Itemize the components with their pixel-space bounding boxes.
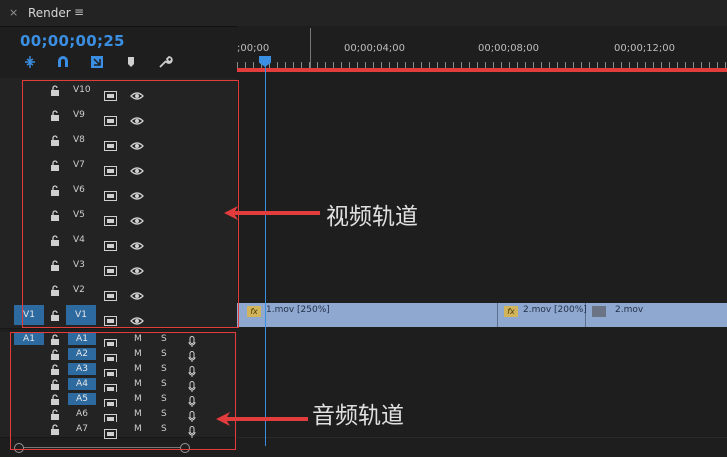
clip-label: 2.mov [200%] (523, 305, 587, 315)
ruler-label: 00;00;12;00 (614, 43, 676, 54)
video-tracks-callout: 视频轨道 (326, 204, 418, 230)
video-track-lane (237, 228, 727, 254)
clip-label: 2.mov (615, 305, 644, 315)
video-track-lane (237, 178, 727, 204)
video-track-lane (237, 78, 727, 104)
panel-menu-icon[interactable]: ≡ (74, 5, 84, 19)
audio-tracks-callout: 音频轨道 (312, 403, 404, 429)
marker-icon[interactable] (123, 54, 139, 70)
video-track-lane (237, 253, 727, 279)
fx-badge-icon: fx (504, 306, 518, 317)
video-track-lane (237, 128, 727, 154)
linked-selection-icon[interactable] (89, 54, 105, 70)
wrench-icon[interactable] (157, 54, 173, 70)
audio-arrow (216, 412, 308, 426)
playhead-line (265, 66, 266, 446)
ruler-label: ;00;00 (237, 43, 270, 54)
ruler-label: 00;00;04;00 (344, 43, 406, 54)
audio-track-lane (237, 377, 727, 393)
audio-track-lane (237, 332, 727, 348)
audio-track-lane (237, 347, 727, 363)
work-area-bar[interactable] (237, 68, 727, 72)
audio-track-lane (237, 407, 727, 423)
playhead-timecode[interactable]: 00;00;00;25 (20, 32, 125, 50)
audio-track-lane (237, 422, 727, 438)
clip-thumbnail-icon (592, 306, 606, 317)
video-track-lane (237, 103, 727, 129)
video-track-lane (237, 153, 727, 179)
audio-track-lane (237, 392, 727, 408)
video-track-lane (237, 278, 727, 304)
audio-track-lane (237, 362, 727, 378)
magnet-snap-icon[interactable] (55, 54, 71, 70)
video-tracks-highlight (22, 80, 239, 328)
fx-badge-icon: fx (247, 306, 261, 317)
panel-title: Render (28, 6, 71, 20)
panel-header (0, 0, 727, 27)
clip-label: 1.mov [250%] (266, 305, 330, 315)
timeline-clip[interactable]: fx 2.mov [200%] (498, 303, 587, 327)
timeline-clip[interactable]: 2.mov (586, 303, 727, 327)
close-panel-icon[interactable]: × (9, 6, 18, 19)
ruler-label: 00;00;08;00 (478, 43, 540, 54)
video-arrow (224, 206, 320, 220)
insert-icon[interactable] (22, 54, 38, 70)
timeline-clip[interactable]: fx 1.mov [250%] (241, 303, 498, 327)
audio-tracks-highlight (10, 332, 236, 450)
